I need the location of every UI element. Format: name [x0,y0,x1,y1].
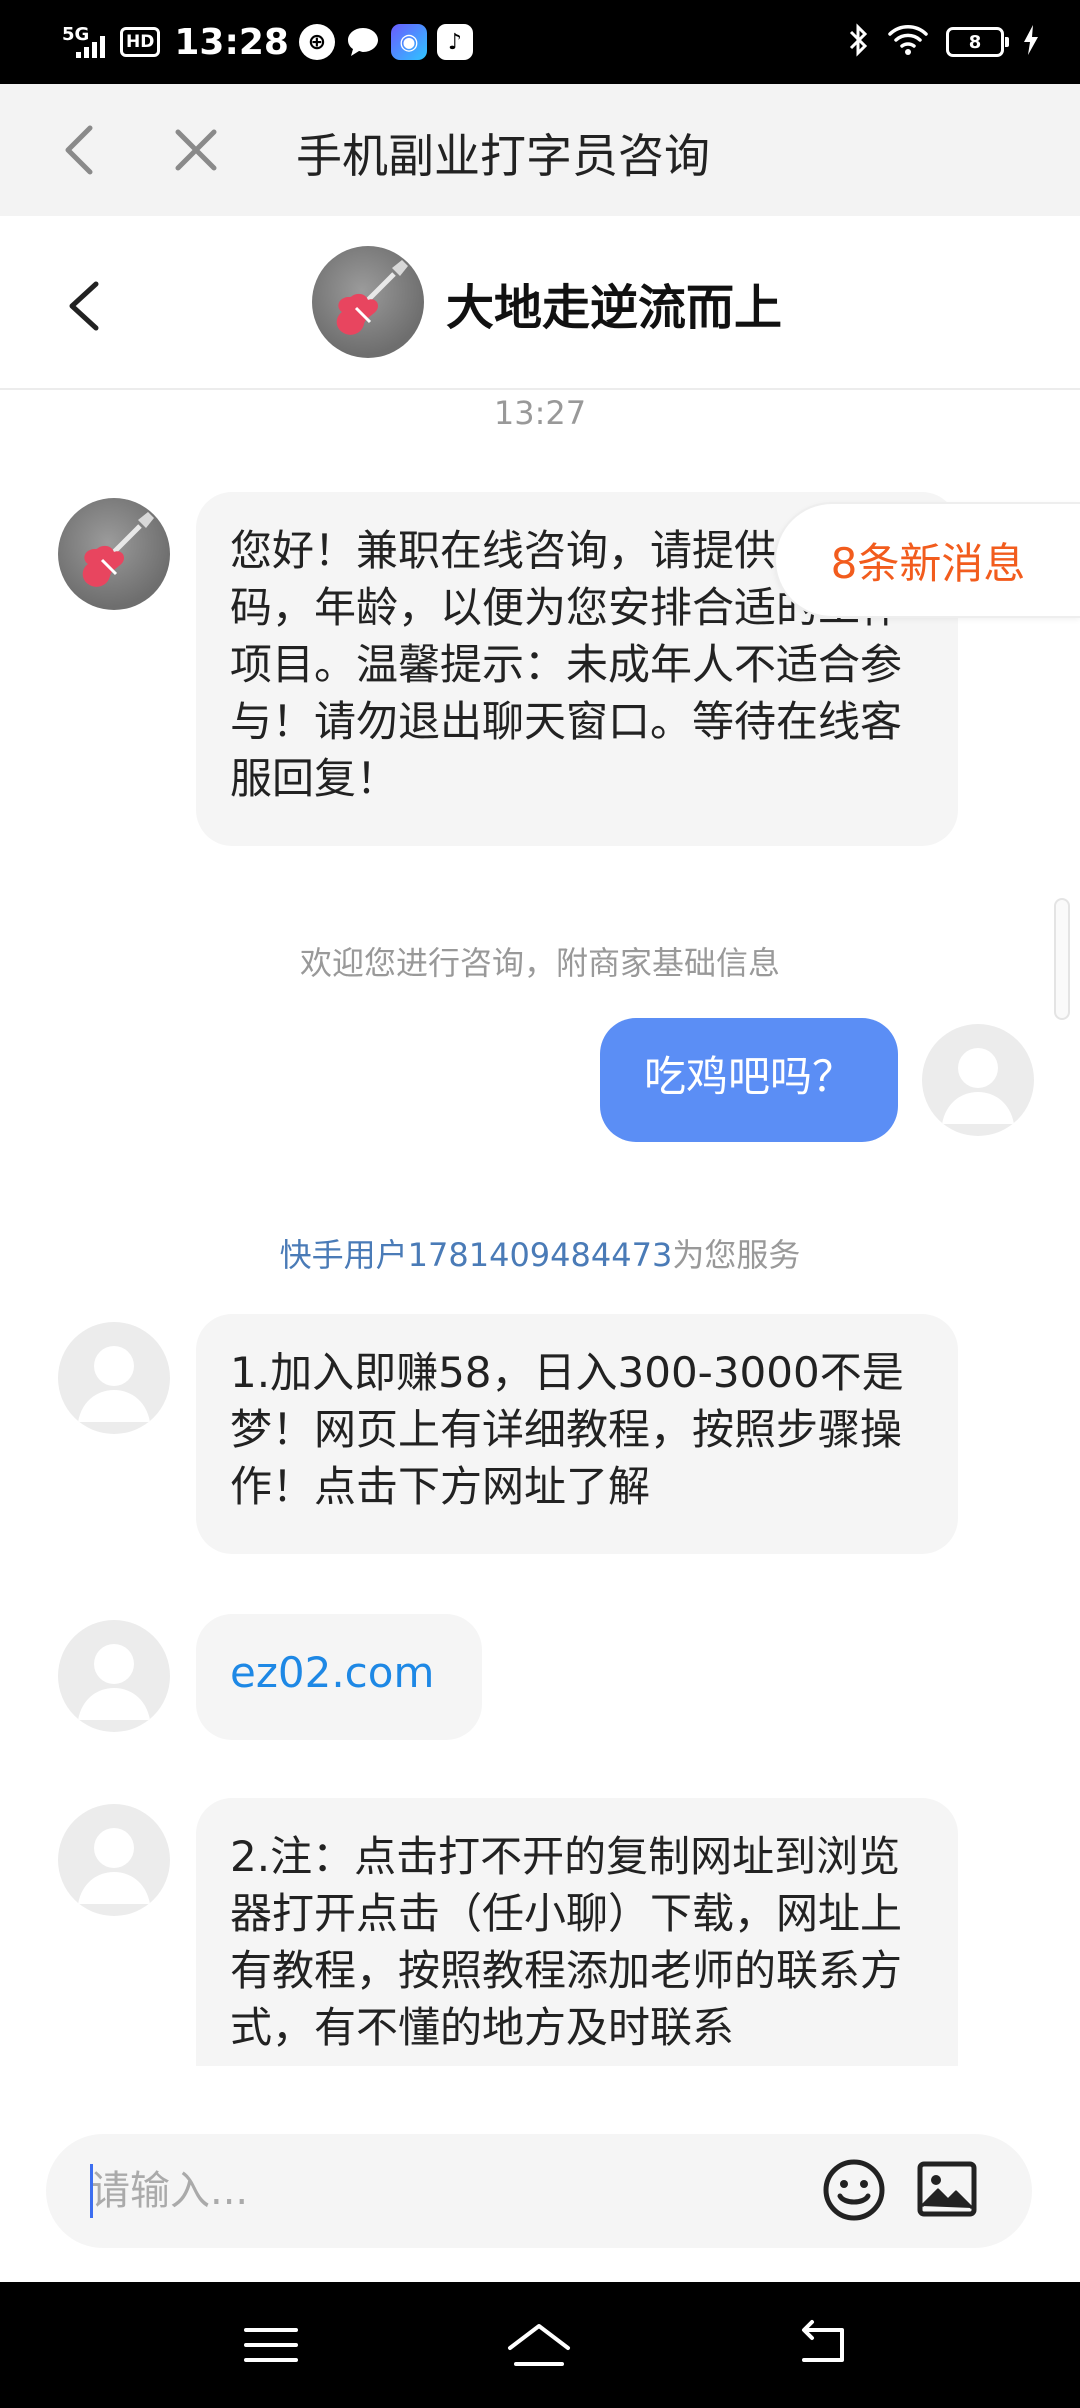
close-icon[interactable] [158,112,234,188]
service-user-name: 快手用户1781409484473 [279,1236,673,1274]
input-bar [0,2066,1080,2282]
bluetooth-icon [848,23,870,61]
status-bar-left: 5G HD 13:28 ⊕ ◉ ♪ [62,18,473,66]
guitar-avatar[interactable] [312,246,424,358]
chevron-left-icon[interactable] [44,112,120,188]
back-icon[interactable] [790,2310,860,2380]
menu-icon[interactable] [236,2310,306,2380]
back-button[interactable] [40,258,130,348]
contact-avatar[interactable] [58,1620,170,1732]
camera-app-icon: ◉ [390,24,427,60]
message-list[interactable]: 13:27 您好！兼职在线咨询，请提供手机号码，年龄，以便为您安排合适的工作项目… [0,390,1080,2066]
home-icon[interactable] [504,2310,574,2380]
charging-icon [1022,24,1040,60]
contact-avatar[interactable] [58,1804,170,1916]
new-messages-button[interactable]: 8条新消息 [774,502,1080,618]
system-nav-bar [0,2282,1080,2408]
wifi-icon [888,24,928,60]
message-timestamp: 13:27 [493,394,587,432]
service-note: 快手用户1781409484473为您服务 [0,1230,1080,1276]
status-time: 13:28 [174,21,289,63]
status-bar-right: 8 [848,18,1040,66]
browser-header: 手机副业打字员咨询 [0,84,1080,216]
message-bubble[interactable]: 1.加入即赚58，日入300-3000不是梦！网页上有详细教程，按照步骤操作！点… [196,1314,958,1554]
contact-name: 大地走逆流而上 [446,280,783,336]
chat-bubble-icon [345,25,381,59]
chat-header: 大地走逆流而上 [0,216,1080,390]
my-message-bubble[interactable]: 吃鸡吧吗？ [600,1018,898,1142]
message-input[interactable] [90,2162,790,2220]
message-bubble[interactable]: 2.注：点击打不开的复制网址到浏览器打开点击（任小聊）下载，网址上有教程，按照教… [196,1798,958,2066]
input-container [46,2134,1032,2248]
tiktok-icon: ♪ [436,24,473,60]
app-icon-1: ⊕ [298,24,335,60]
contact-avatar[interactable] [58,1322,170,1434]
hd-icon: HD [120,27,161,57]
status-bar: 5G HD 13:28 ⊕ ◉ ♪ 8 [0,0,1080,84]
link-message[interactable]: ez02.com [196,1614,482,1740]
emoji-icon[interactable] [820,2156,888,2224]
guitar-avatar[interactable] [58,498,170,610]
service-suffix: 为您服务 [672,1236,801,1274]
page-title: 手机副业打字员咨询 [296,129,710,183]
my-avatar[interactable] [922,1024,1034,1136]
scrollbar[interactable] [1054,898,1070,1020]
image-icon[interactable] [914,2156,980,2222]
text-caret [90,2164,93,2218]
signal-icon: 5G [62,24,110,60]
system-note: 欢迎您进行咨询，附商家基础信息 [299,944,780,982]
battery-icon: 8 [946,27,1009,57]
